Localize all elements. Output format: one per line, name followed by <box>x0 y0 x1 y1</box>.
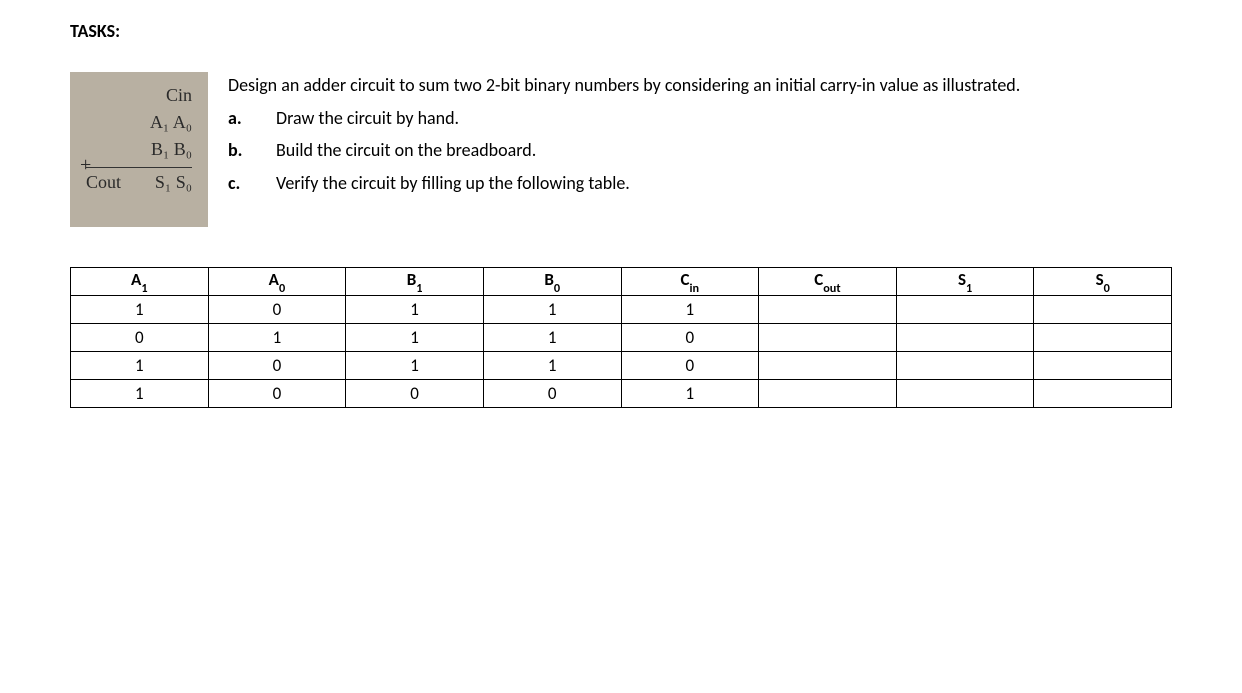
th-a0: A0 <box>208 268 346 296</box>
sub-item-b: b. Build the circuit on the breadboard. <box>228 134 1172 166</box>
sketch-plus: + <box>80 154 91 177</box>
sub-text: Draw the circuit by hand. <box>276 102 459 134</box>
sub-text: Verify the circuit by filling up the fol… <box>276 167 630 199</box>
cell: 0 <box>208 296 346 324</box>
table-row: 1 0 1 1 0 <box>71 352 1172 380</box>
cell: 0 <box>483 380 621 408</box>
cell <box>1034 380 1172 408</box>
cell: 1 <box>483 324 621 352</box>
table-body: 1 0 1 1 1 0 1 1 1 0 1 0 1 1 0 <box>71 296 1172 408</box>
cell <box>1034 352 1172 380</box>
cell: 1 <box>208 324 346 352</box>
cell: 0 <box>621 352 759 380</box>
sketch-result-row: Cout S₁ S₀ <box>78 172 200 193</box>
th-s0: S0 <box>1034 268 1172 296</box>
cell <box>759 324 897 352</box>
cell: 0 <box>71 324 209 352</box>
th-b1: B1 <box>346 268 484 296</box>
cell: 1 <box>71 380 209 408</box>
table-row: 1 0 1 1 1 <box>71 296 1172 324</box>
cell: 1 <box>483 352 621 380</box>
table-header-row: A1 A0 B1 B0 Cin Cout S1 S0 <box>71 268 1172 296</box>
table-row: 1 0 0 0 1 <box>71 380 1172 408</box>
cell: 0 <box>208 380 346 408</box>
problem-block: Cin A₁ A₀ B₁ B₀ + Cout S₁ S₀ Design an a… <box>70 72 1172 227</box>
cell: 1 <box>621 296 759 324</box>
cell <box>896 324 1034 352</box>
th-a1: A1 <box>71 268 209 296</box>
cell: 1 <box>71 296 209 324</box>
cell <box>1034 296 1172 324</box>
sub-item-c: c. Verify the circuit by filling up the … <box>228 167 1172 199</box>
cell <box>896 380 1034 408</box>
cell: 1 <box>483 296 621 324</box>
cell: 1 <box>621 380 759 408</box>
cell: 1 <box>346 352 484 380</box>
sketch-cin: Cin <box>78 82 200 109</box>
adder-sketch: Cin A₁ A₀ B₁ B₀ + Cout S₁ S₀ <box>70 72 208 227</box>
th-b0: B0 <box>483 268 621 296</box>
sketch-row-b: B₁ B₀ <box>78 136 200 163</box>
cell: 0 <box>346 380 484 408</box>
sketch-rule <box>86 167 192 168</box>
sub-letter: c. <box>228 167 252 199</box>
cell <box>896 352 1034 380</box>
sketch-row-a: A₁ A₀ <box>78 109 200 136</box>
sub-list: a. Draw the circuit by hand. b. Build th… <box>228 102 1172 199</box>
sub-item-a: a. Draw the circuit by hand. <box>228 102 1172 134</box>
sketch-result: S₁ S₀ <box>155 172 192 193</box>
cell: 1 <box>346 324 484 352</box>
problem-intro: Design an adder circuit to sum two 2-bit… <box>228 72 1172 98</box>
cell: 1 <box>71 352 209 380</box>
th-cin: Cin <box>621 268 759 296</box>
cell <box>1034 324 1172 352</box>
sub-text: Build the circuit on the breadboard. <box>276 134 536 166</box>
cell: 1 <box>346 296 484 324</box>
sub-letter: a. <box>228 102 252 134</box>
tasks-heading: TASKS: <box>70 20 1172 42</box>
th-cout: Cout <box>759 268 897 296</box>
sub-letter: b. <box>228 134 252 166</box>
cell <box>759 380 897 408</box>
cell <box>759 352 897 380</box>
th-s1: S1 <box>896 268 1034 296</box>
cell: 0 <box>208 352 346 380</box>
problem-text: Design an adder circuit to sum two 2-bit… <box>228 72 1172 199</box>
cell <box>759 296 897 324</box>
cell: 0 <box>621 324 759 352</box>
table-row: 0 1 1 1 0 <box>71 324 1172 352</box>
truth-table: A1 A0 B1 B0 Cin Cout S1 S0 1 0 1 1 1 0 1… <box>70 267 1172 408</box>
cell <box>896 296 1034 324</box>
